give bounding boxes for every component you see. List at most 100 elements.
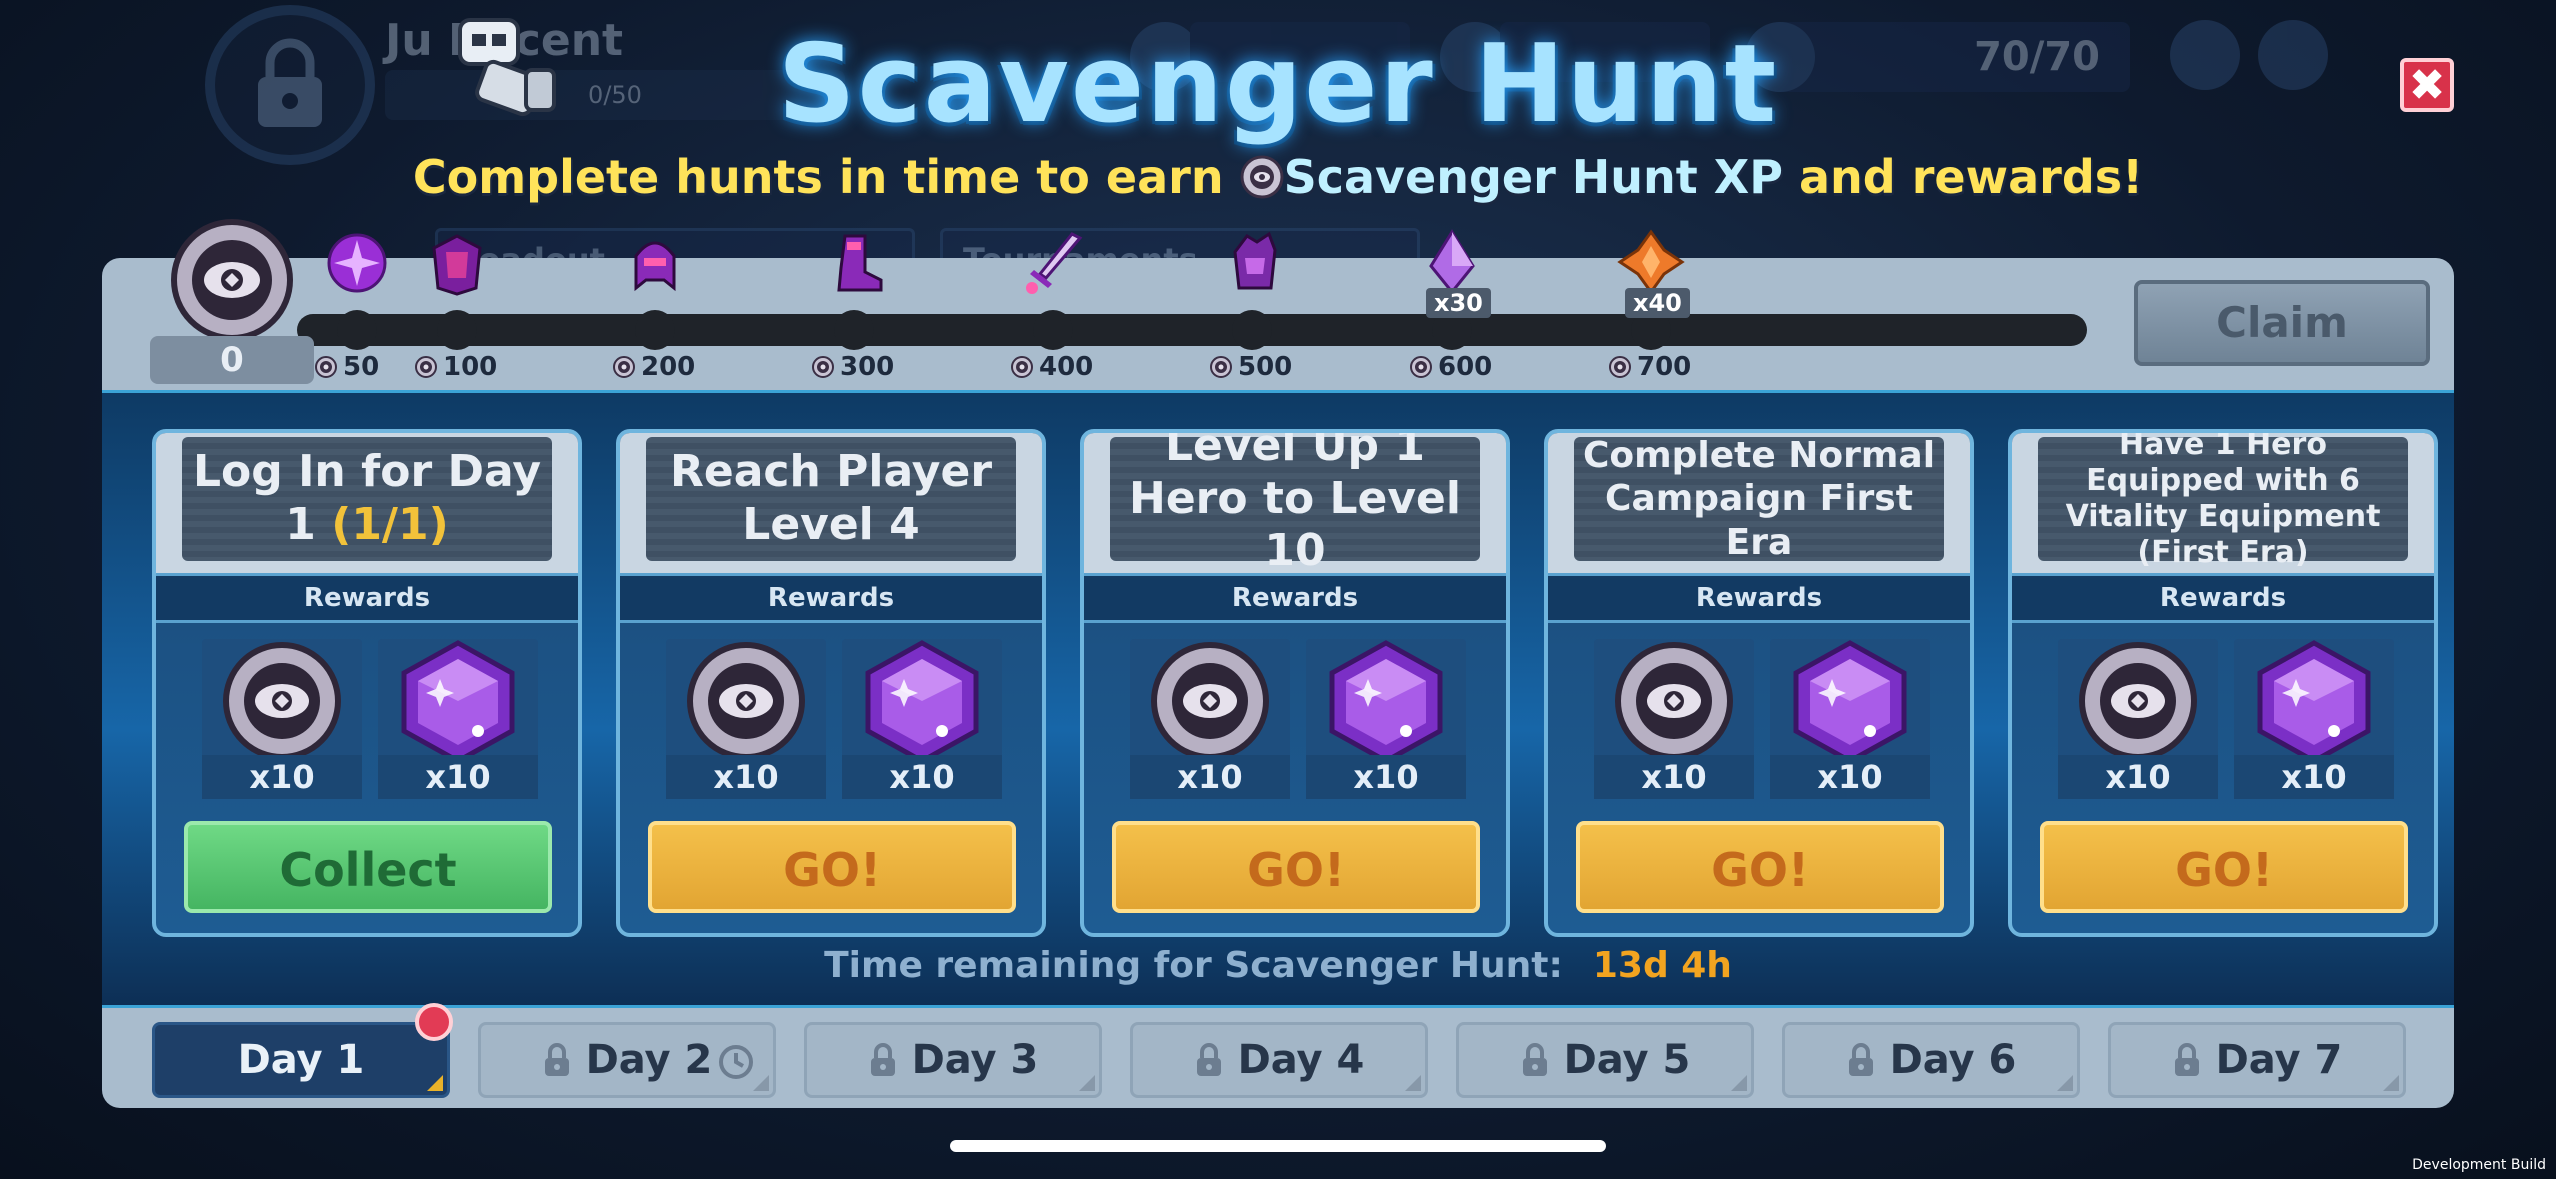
reward-slot-xp[interactable]: x10 — [202, 639, 362, 799]
time-remaining-label: Time remaining for Scavenger Hunt: — [824, 945, 1563, 986]
reward-slot-gem[interactable]: x10 — [1306, 639, 1466, 799]
quest-title-text: Level Up 1 Hero to Level 10 — [1129, 429, 1461, 577]
mini-xp-icon — [1011, 356, 1033, 378]
quest-title: Level Up 1 Hero to Level 10 — [1110, 433, 1480, 576]
milestone-reward-qty: x30 — [1426, 288, 1491, 318]
collect-button[interactable]: Collect — [184, 821, 552, 913]
tab-corner-indicator — [2383, 1075, 2399, 1091]
tab-day-1[interactable]: Day 1 — [152, 1003, 453, 1098]
rewards-label: Rewards — [620, 573, 1042, 623]
milestone-label: 200 — [613, 352, 695, 382]
lock-icon — [1522, 1043, 1547, 1076]
milestone-node — [337, 310, 377, 350]
milestone-label: 50 — [315, 352, 379, 382]
milestone-value: 200 — [641, 352, 696, 382]
purple-sword-icon[interactable] — [1018, 228, 1088, 298]
reward-qty: x10 — [666, 755, 826, 799]
quest-area: Log In for Day 1 (1/1) Rewards x10 x10 Colle… — [102, 390, 2454, 1008]
quest-title-text: Reach Player Level 4 — [669, 446, 993, 550]
page-subtitle: Complete hunts in time to earn Scavenger… — [0, 150, 2556, 204]
dev-build-label: Development Build — [2412, 1157, 2546, 1173]
tab-corner-indicator — [427, 1075, 443, 1091]
rewards-label: Rewards — [1084, 573, 1506, 623]
subtitle-text-2: Scavenger Hunt XP — [1283, 150, 1783, 204]
day-label: Day 1 — [237, 1037, 365, 1083]
reward-slot-gem[interactable]: x10 — [842, 639, 1002, 799]
go-button[interactable]: GO! — [648, 821, 1016, 913]
reward-slot-gem[interactable]: x10 — [2234, 639, 2394, 799]
reward-slot-xp[interactable]: x10 — [1594, 639, 1754, 799]
tab-day-4[interactable]: Day 4 — [1130, 1022, 1428, 1098]
milestone-label: 100 — [415, 352, 497, 382]
reward-slot-xp[interactable]: x10 — [666, 639, 826, 799]
mini-xp-icon — [415, 356, 437, 378]
timer-icon — [719, 1045, 753, 1079]
home-indicator[interactable] — [950, 1140, 1606, 1152]
quest-card: Level Up 1 Hero to Level 10 Rewards x10 x10… — [1080, 429, 1510, 937]
tab-day-3[interactable]: Day 3 — [804, 1022, 1102, 1098]
day-label: Day 5 — [1563, 1037, 1691, 1083]
quest-card-header: Complete Normal Campaign First Era — [1548, 433, 1970, 573]
purple-orb-icon[interactable] — [322, 228, 392, 298]
quest-title: Complete Normal Campaign First Era — [1574, 435, 1944, 563]
scavenger-hunt-panel: 0 50 100 200 300 400 500 x30 600 x40 700 Claim Lo… — [102, 219, 2454, 1108]
quest-title: Have 1 Hero Equipped with 6 Vitality Equ… — [2038, 433, 2408, 570]
day-label: Day 7 — [2215, 1037, 2343, 1083]
progress-line — [297, 314, 2087, 346]
mini-xp-icon — [613, 356, 635, 378]
go-button[interactable]: GO! — [2040, 821, 2408, 913]
time-remaining: Time remaining for Scavenger Hunt: 13d 4h — [102, 945, 2454, 986]
reward-qty: x10 — [1594, 755, 1754, 799]
tab-corner-indicator — [1079, 1075, 1095, 1091]
tab-day-5[interactable]: Day 5 — [1456, 1022, 1754, 1098]
page-title: Scavenger Hunt — [777, 22, 1779, 147]
tab-corner-indicator — [1405, 1075, 1421, 1091]
tab-corner-indicator — [1731, 1075, 1747, 1091]
scavenger-xp-icon — [1240, 155, 1284, 199]
reward-slot-xp[interactable]: x10 — [1130, 639, 1290, 799]
reward-slot-gem[interactable]: x10 — [1770, 639, 1930, 799]
milestone-node — [834, 310, 874, 350]
tab-day-7[interactable]: Day 7 — [2108, 1022, 2406, 1098]
close-button[interactable]: ✖ — [2400, 58, 2454, 112]
go-button[interactable]: GO! — [1112, 821, 1480, 913]
rewards-label: Rewards — [1548, 573, 1970, 623]
quest-title-text: Have 1 Hero Equipped with 6 Vitality Equ… — [2065, 429, 2381, 570]
tab-day-6[interactable]: Day 6 — [1782, 1022, 2080, 1098]
day-label: Day 4 — [1237, 1037, 1365, 1083]
day-label: Day 2 — [585, 1037, 713, 1083]
tab-day-2[interactable]: Day 2 — [478, 1022, 776, 1098]
mini-xp-icon — [1410, 356, 1432, 378]
go-button[interactable]: GO! — [1576, 821, 1944, 913]
reward-qty: x10 — [378, 755, 538, 799]
subtitle-text-1: Complete hunts in time to earn — [412, 150, 1240, 204]
quest-card: Have 1 Hero Equipped with 6 Vitality Equ… — [2008, 429, 2438, 937]
reward-slot-xp[interactable]: x10 — [2058, 639, 2218, 799]
milestone-label: 400 — [1011, 352, 1093, 382]
claim-button[interactable]: Claim — [2134, 280, 2430, 366]
quest-card-header: Have 1 Hero Equipped with 6 Vitality Equ… — [2012, 433, 2434, 573]
purple-armor-icon[interactable] — [422, 228, 492, 298]
quest-title: Log In for Day 1 (1/1) — [182, 437, 552, 561]
reward-slot-gem[interactable]: x10 — [378, 639, 538, 799]
quest-progress: (1/1) — [331, 499, 449, 550]
reward-qty: x10 — [2234, 755, 2394, 799]
milestone-label: 600 — [1410, 352, 1492, 382]
milestone-value: 50 — [343, 352, 380, 382]
milestone-node — [1033, 310, 1073, 350]
day-label: Day 6 — [1889, 1037, 2017, 1083]
quest-card-header: Reach Player Level 4 — [620, 433, 1042, 573]
quest-title: Reach Player Level 4 — [646, 437, 1016, 561]
xp-progress-icon — [171, 219, 293, 341]
lock-icon — [2174, 1043, 2199, 1076]
milestone-value: 100 — [443, 352, 498, 382]
purple-gauntlet-icon[interactable] — [1217, 228, 1287, 298]
mini-xp-icon — [315, 356, 337, 378]
purple-boots-icon[interactable] — [819, 228, 889, 298]
milestone-value: 300 — [840, 352, 895, 382]
quest-card: Log In for Day 1 (1/1) Rewards x10 x10 Colle… — [152, 429, 582, 937]
purple-helmet-icon[interactable] — [620, 228, 690, 298]
lock-icon — [1196, 1043, 1221, 1076]
quest-card: Complete Normal Campaign First Era Reward… — [1544, 429, 1974, 937]
reward-qty: x10 — [2058, 755, 2218, 799]
